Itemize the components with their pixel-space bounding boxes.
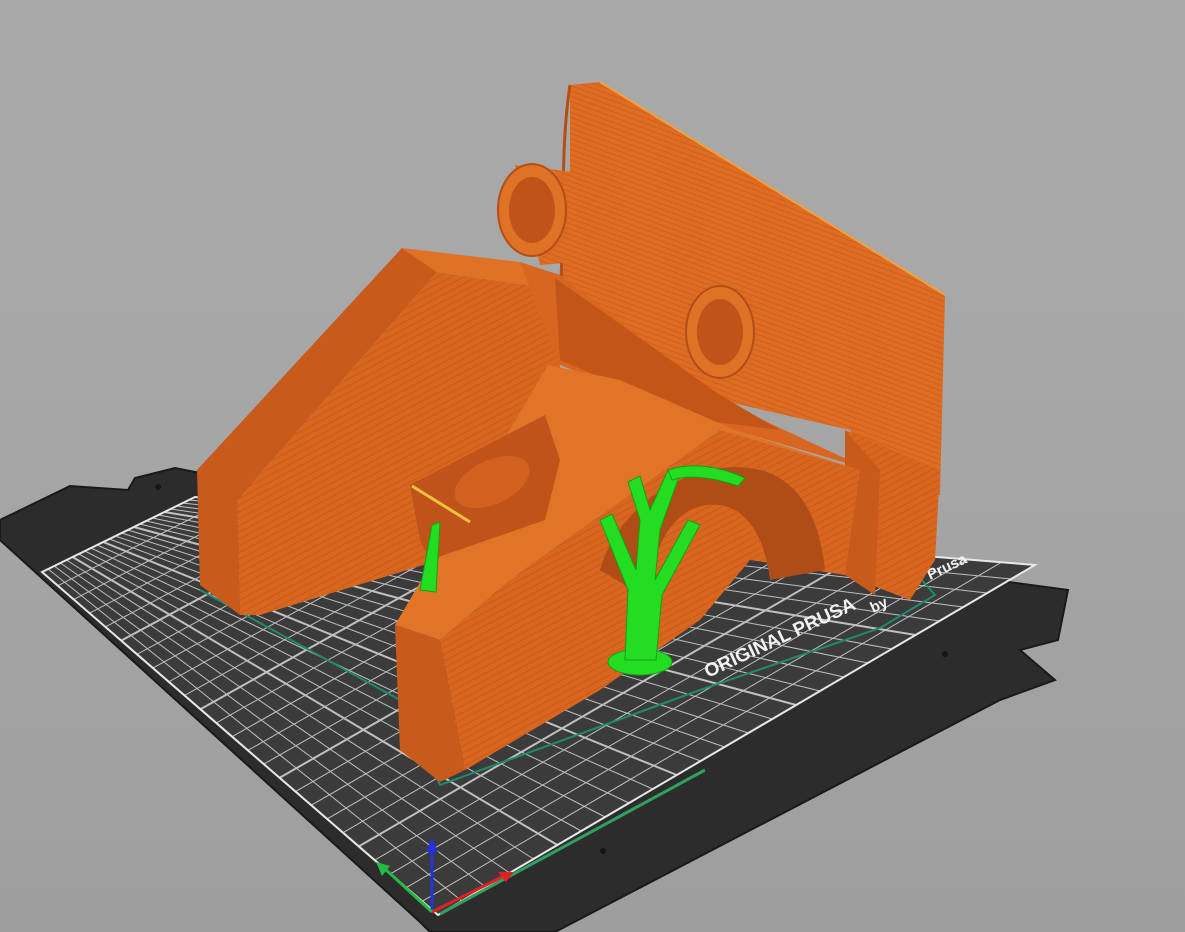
bed-hole [600,848,606,854]
bed-hole [942,651,948,657]
bed-hole [155,484,161,490]
3d-viewport[interactable]: ORIGINAL PRUSA by Prusa [0,0,1185,932]
